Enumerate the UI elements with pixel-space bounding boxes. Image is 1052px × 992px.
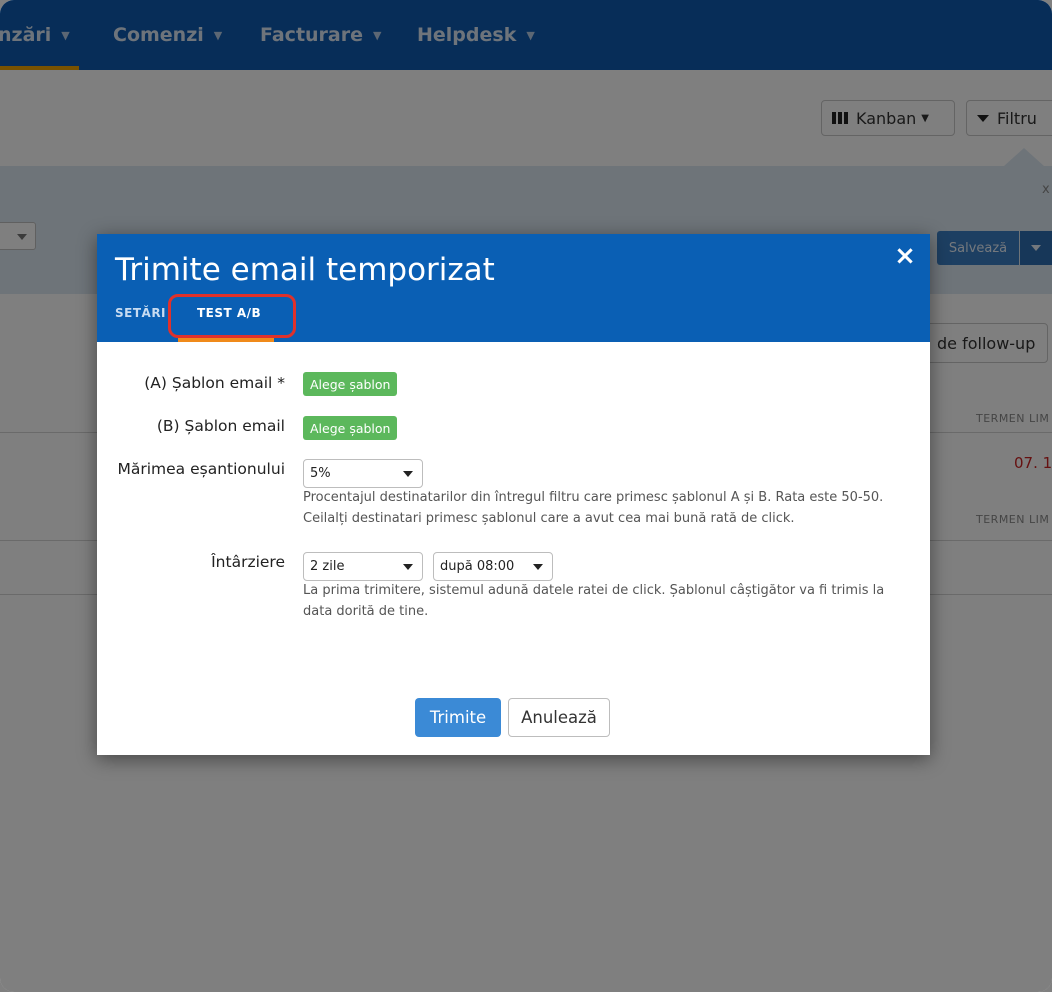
help-line: data dorită de tine.	[303, 604, 429, 619]
delay-select[interactable]: 2 zile	[303, 552, 423, 581]
help-line: La prima trimitere, sistemul adună datel…	[303, 583, 885, 598]
delay-label: Întârziere	[211, 553, 285, 571]
send-button[interactable]: Trimite	[415, 698, 501, 737]
chevron-down-icon	[403, 564, 413, 570]
help-line: Procentajul destinatarilor din întregul …	[303, 490, 884, 505]
choose-template-a-button[interactable]: Alege șablon	[303, 372, 398, 396]
template-b-label: (B) Șablon email	[156, 417, 285, 435]
delay-value: 2 zile	[310, 559, 345, 574]
sample-size-label: Mărimea eșantionului	[117, 460, 286, 478]
help-line: Ceilalți destinatari primesc șablonul ca…	[303, 511, 795, 526]
delay-time-select[interactable]: după 08:00	[433, 552, 553, 581]
scheduled-email-modal: Trimite email temporizat × SETĂRI TEST A…	[97, 234, 930, 755]
choose-template-b-button[interactable]: Alege șablon	[303, 416, 398, 440]
close-icon[interactable]: ×	[893, 243, 917, 269]
delay-help: La prima trimitere, sistemul adună datel…	[303, 580, 903, 622]
screen: nzări ▼ Comenzi ▼ Facturare ▼ Helpdesk ▼…	[0, 0, 1052, 992]
sample-size-help: Procentajul destinatarilor din întregul …	[303, 487, 903, 529]
chevron-down-icon	[533, 564, 543, 570]
tab-settings[interactable]: SETĂRI	[115, 306, 166, 330]
sample-size-value: 5%	[310, 466, 331, 481]
cancel-button[interactable]: Anulează	[508, 698, 610, 737]
chevron-down-icon	[403, 471, 413, 477]
modal-header: Trimite email temporizat × SETĂRI TEST A…	[97, 234, 930, 342]
template-a-label: (A) Șablon email *	[144, 374, 285, 392]
delay-time-value: după 08:00	[440, 559, 515, 574]
sample-size-select[interactable]: 5%	[303, 459, 423, 488]
modal-title: Trimite email temporizat	[115, 252, 495, 288]
tab-highlight-annotation	[168, 294, 296, 338]
